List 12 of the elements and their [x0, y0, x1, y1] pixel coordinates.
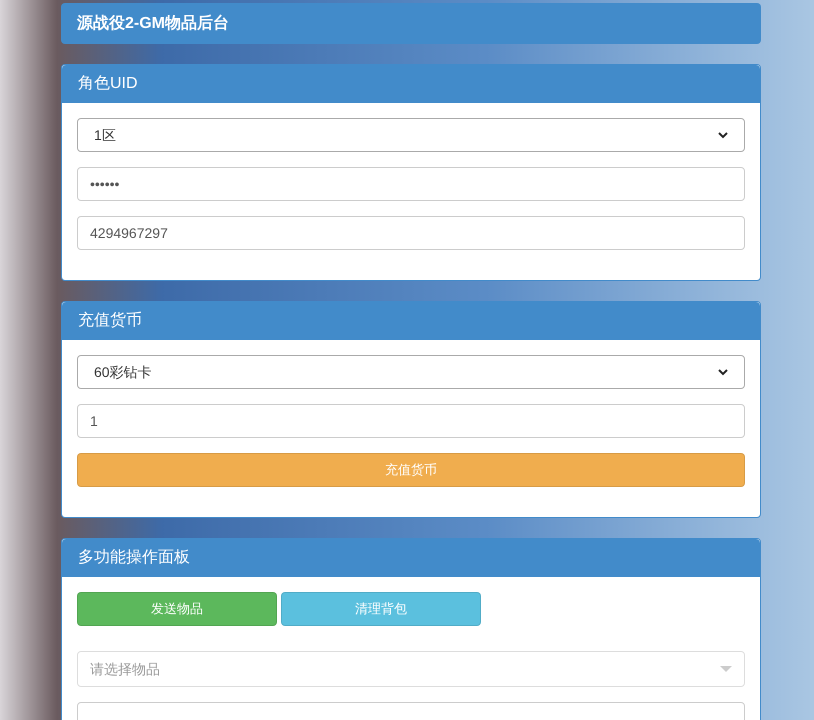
panel-title: 充值货币 [78, 310, 142, 331]
page-title: 源战役2-GM物品后台 [77, 13, 229, 34]
panel-title: 多功能操作面板 [78, 548, 190, 568]
input-field[interactable]: •••••• [77, 167, 745, 201]
panel-title: 角色UID [78, 74, 138, 94]
chevron-down-icon [718, 132, 728, 138]
dropdown-select[interactable]: 1区 [77, 118, 745, 152]
dropdown-select[interactable]: 60彩钻卡 [77, 355, 745, 389]
chevron-down-icon [718, 368, 728, 376]
caret-down-icon [720, 666, 732, 672]
input-field[interactable]: 1 [77, 404, 745, 438]
input-field[interactable]: 4294967297 [77, 216, 745, 250]
